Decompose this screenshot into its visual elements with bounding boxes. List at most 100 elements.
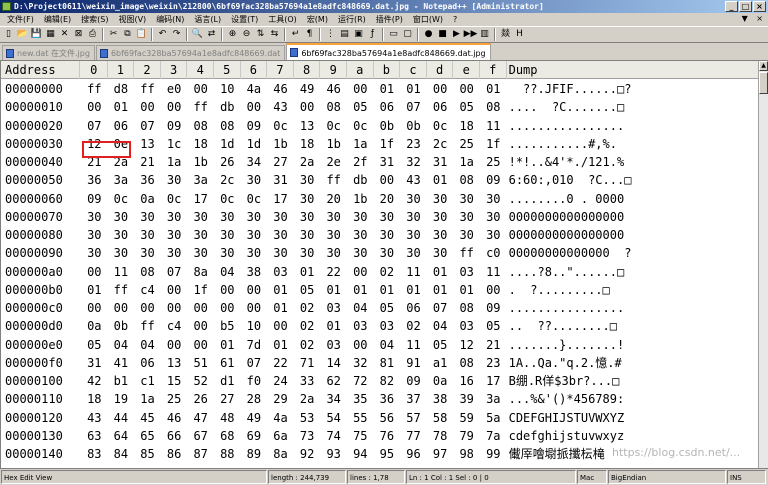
hex-byte[interactable]: 8a [267,445,294,463]
hex-byte[interactable]: 02 [400,317,427,335]
hex-byte[interactable]: 00 [187,80,214,98]
hex-byte[interactable]: 00 [81,98,108,116]
hex-byte[interactable]: 01 [267,299,294,317]
hex-byte[interactable]: 09 [480,299,507,317]
hex-byte[interactable]: 30 [427,190,454,208]
hex-byte[interactable]: 53 [294,409,321,427]
wrap-icon[interactable]: ↵ [289,28,302,41]
hex-byte[interactable]: 39 [453,390,480,408]
hex-byte[interactable]: 07 [400,98,427,116]
hex-byte[interactable]: 30 [347,226,374,244]
hex-byte[interactable]: 81 [374,354,401,372]
hex-byte[interactable]: 11 [480,263,507,281]
hex-byte[interactable]: 01 [374,281,401,299]
hex-byte[interactable]: 47 [187,409,214,427]
menu-right-controls[interactable]: ▼ × [742,14,766,23]
hex-byte[interactable]: 01 [453,281,480,299]
hex-byte[interactable]: 00 [214,299,241,317]
ascii-dump[interactable]: 0000000000000000 [507,226,758,244]
hex-byte[interactable]: 37 [400,390,427,408]
hex-byte[interactable]: 08 [134,263,161,281]
ascii-dump[interactable]: . ?.........□ [507,281,758,299]
status-encoding[interactable]: BigEndian [608,470,726,484]
hex-byte[interactable]: 36 [134,171,161,189]
hex-byte[interactable]: 00 [134,299,161,317]
hex-byte[interactable]: d8 [108,80,135,98]
hex-byte[interactable]: 09 [161,117,188,135]
hex-byte[interactable]: 03 [320,336,347,354]
hex-byte[interactable]: 0c [320,117,347,135]
hex-byte[interactable]: c4 [161,317,188,335]
hex-byte[interactable]: 00 [161,98,188,116]
hex-byte[interactable]: 71 [294,354,321,372]
hex-byte[interactable]: 1d [241,135,268,153]
hex-byte[interactable]: ff [134,317,161,335]
hex-byte[interactable]: 63 [81,427,108,445]
hex-byte[interactable]: 79 [453,427,480,445]
hex-byte[interactable]: 06 [108,117,135,135]
hex-byte[interactable]: 0b [374,117,401,135]
hex-byte[interactable]: 0a [427,372,454,390]
hex-byte[interactable]: 00 [374,171,401,189]
hex-byte[interactable]: 30 [374,208,401,226]
hex-byte[interactable]: 61 [214,354,241,372]
hex-byte[interactable]: 30 [294,244,321,262]
hex-byte[interactable]: 0c [267,117,294,135]
hex-byte[interactable]: 01 [347,281,374,299]
hex-byte[interactable]: 30 [294,208,321,226]
hex-byte[interactable]: 30 [427,226,454,244]
hex-byte[interactable]: 30 [241,226,268,244]
menu-language[interactable]: 语言(L) [189,14,226,25]
hex-byte[interactable]: 01 [480,80,507,98]
redo-icon[interactable]: ↷ [170,28,183,41]
hex-byte[interactable]: 46 [161,409,188,427]
hex-byte[interactable]: 18 [453,117,480,135]
hex-byte[interactable]: 05 [480,317,507,335]
ascii-dump[interactable]: 00000000000000 ? [507,244,758,262]
hex-byte[interactable]: 1a [453,153,480,171]
hex-byte[interactable]: 1a [134,390,161,408]
all-chars-icon[interactable]: ¶ [303,28,316,41]
hex-byte[interactable]: 30 [214,244,241,262]
hex-byte[interactable]: 11 [108,263,135,281]
menu-help[interactable]: ? [448,15,462,24]
hex-byte[interactable]: 30 [214,208,241,226]
hex-byte[interactable]: 09 [480,171,507,189]
status-mode[interactable]: INS [727,470,766,484]
udl-icon[interactable]: ▤ [338,28,351,41]
hex-byte[interactable]: 99 [480,445,507,463]
hex-byte[interactable]: 49 [294,80,321,98]
hex-byte[interactable]: 95 [374,445,401,463]
hex-byte[interactable]: 01 [320,281,347,299]
hex-byte[interactable]: 1a [161,153,188,171]
hex-byte[interactable]: 30 [161,226,188,244]
hex-byte[interactable]: 00 [347,263,374,281]
hex-byte[interactable]: 30 [161,208,188,226]
hex-byte[interactable]: 00 [81,263,108,281]
hex-byte[interactable]: 30 [241,208,268,226]
hex-icon[interactable]: H [513,28,526,41]
menu-edit[interactable]: 编辑(E) [39,14,76,25]
hex-byte[interactable]: 11 [480,117,507,135]
hex-byte[interactable]: 30 [480,190,507,208]
tab-dat-file[interactable]: 6bf69fac328ba57694a1e8adfc848669.dat [95,45,286,60]
hex-byte[interactable]: 07 [241,354,268,372]
hex-byte[interactable]: 42 [81,372,108,390]
hex-byte[interactable]: 0b [400,117,427,135]
ascii-dump[interactable]: cdefghijstuvwxyz [507,427,758,445]
hex-byte[interactable]: 97 [427,445,454,463]
hex-byte[interactable]: 00 [187,299,214,317]
hex-byte[interactable]: 01 [267,281,294,299]
hex-byte[interactable]: 21 [134,153,161,171]
hex-byte[interactable]: 93 [320,445,347,463]
hex-byte[interactable]: db [347,171,374,189]
hex-byte[interactable]: 46 [320,80,347,98]
hex-byte[interactable]: 24 [267,372,294,390]
hex-byte[interactable]: 04 [108,336,135,354]
undo-icon[interactable]: ↶ [156,28,169,41]
menu-search[interactable]: 搜索(S) [76,14,113,25]
hex-byte[interactable]: 03 [453,317,480,335]
hex-byte[interactable]: 34 [320,390,347,408]
hex-byte[interactable]: 07 [427,299,454,317]
ascii-dump[interactable]: 0000000000000000 [507,208,758,226]
